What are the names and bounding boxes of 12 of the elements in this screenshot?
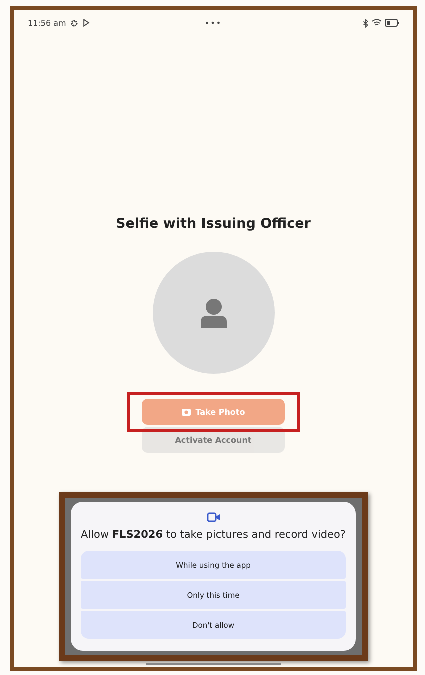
video-camera-icon (206, 512, 220, 523)
bluetooth-icon (363, 18, 370, 28)
person-icon (200, 298, 226, 328)
gear-icon (71, 20, 78, 26)
camera-icon (182, 408, 191, 416)
screen-title: Selfie with Issuing Officer (115, 216, 312, 232)
permission-message: Allow FLS2026 to take pictures and record video? (81, 529, 346, 541)
status-dots: ••• (204, 18, 224, 28)
status-time: 11:56 am (28, 18, 66, 28)
battery-icon (385, 18, 400, 26)
play-icon (83, 19, 90, 27)
wifi-icon (372, 18, 382, 26)
